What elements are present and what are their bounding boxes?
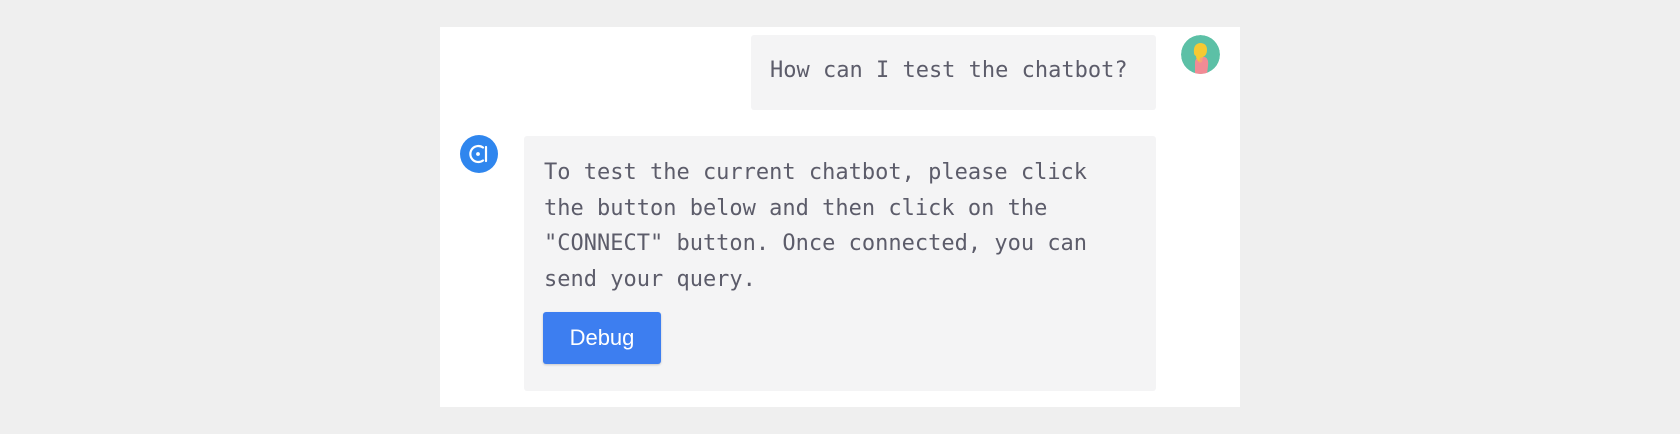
bot-logo-glyph bbox=[469, 144, 488, 164]
bot-message-bubble: To test the current chatbot, please clic… bbox=[524, 136, 1156, 391]
debug-button[interactable]: Debug bbox=[543, 312, 661, 364]
user-message-text: How can I test the chatbot? bbox=[770, 58, 1128, 83]
user-message-bubble: How can I test the chatbot? bbox=[751, 35, 1156, 110]
user-avatar-image bbox=[1181, 35, 1220, 74]
chat-panel: How can I test the chatbot? To test the … bbox=[440, 27, 1240, 407]
user-avatar-icon bbox=[1181, 35, 1220, 74]
bot-logo-icon bbox=[460, 135, 498, 173]
bot-message-text: To test the current chatbot, please clic… bbox=[544, 160, 1088, 293]
